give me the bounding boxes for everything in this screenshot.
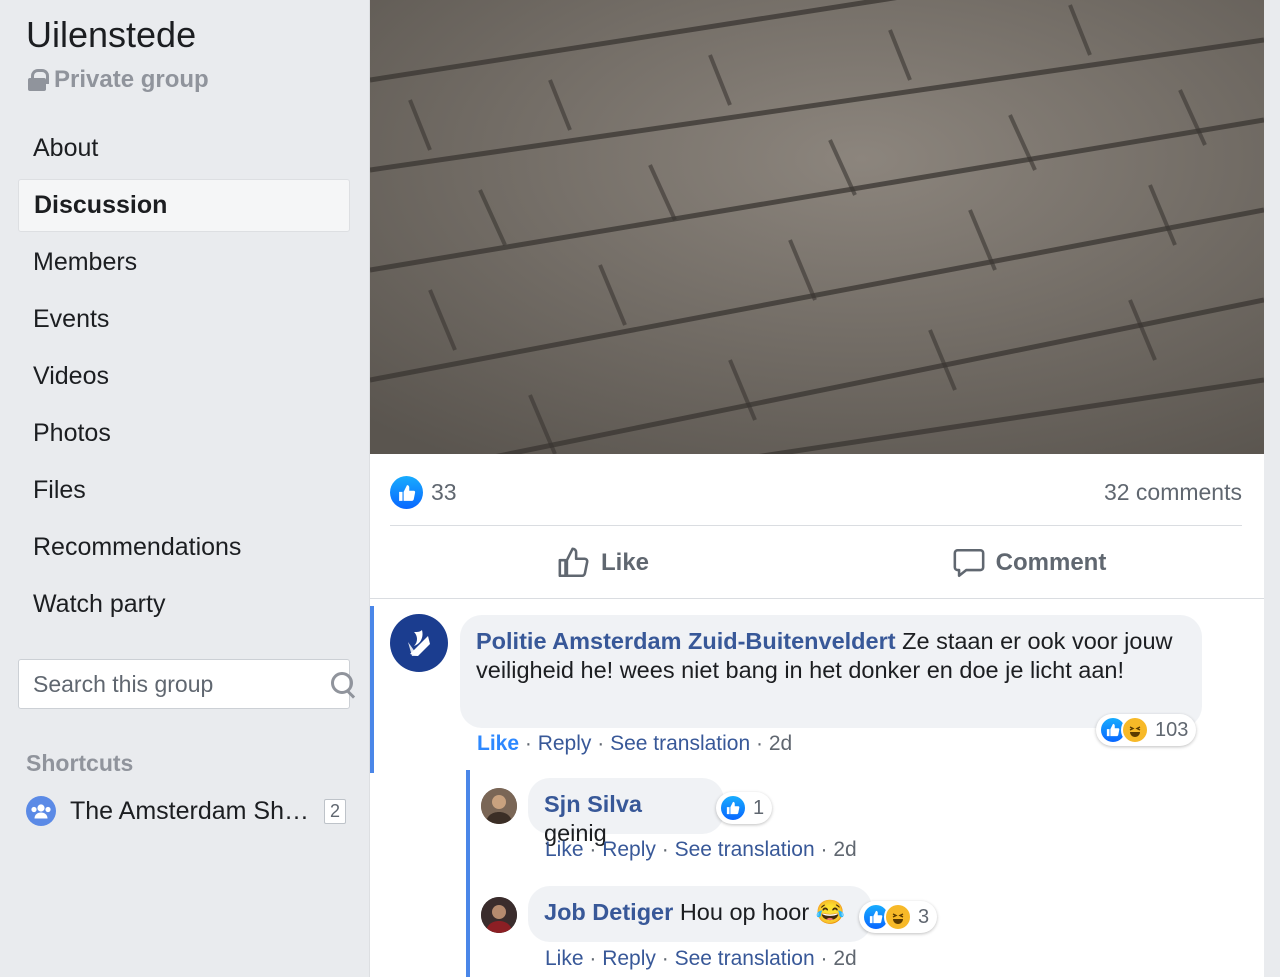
reply-time[interactable]: 2d [833, 838, 856, 861]
shortcut-label: The Amsterdam Sha... [70, 796, 310, 825]
comment-reaction-count: 103 [1155, 718, 1189, 741]
reply-translation-link[interactable]: See translation [675, 838, 815, 861]
search-icon[interactable] [329, 670, 353, 698]
shortcut-item[interactable]: The Amsterdam Sha... 2 [26, 796, 346, 826]
reply-translation-link[interactable]: See translation [675, 947, 815, 970]
thumbs-up-mini [1106, 723, 1120, 737]
reply-bubble: Sjn Silva geinig [528, 778, 724, 846]
pavement-photo [370, 0, 1264, 454]
like-label: Like [600, 549, 650, 576]
person-photo [481, 897, 517, 933]
shortcuts-heading: Shortcuts [26, 750, 134, 776]
nav-item-photos[interactable]: Photos [18, 407, 350, 460]
like-reaction-icon [719, 794, 747, 822]
lock-icon [28, 69, 49, 91]
thumbs-up-mini [726, 801, 740, 815]
reply-reply-link[interactable]: Reply [602, 947, 656, 970]
thumbs-up-glyph [398, 484, 415, 501]
comment-reactions[interactable]: 103 [1096, 714, 1197, 746]
reply-time[interactable]: 2d [833, 947, 856, 970]
politie-avatar[interactable] [390, 614, 448, 672]
haha-reaction-icon [1121, 716, 1149, 744]
post-card: 33 32 comments Like Comment Politie Amst… [370, 0, 1264, 977]
comment-like-link[interactable]: Like [477, 732, 519, 755]
sjn-silva-avatar[interactable] [481, 788, 517, 824]
reply-reactions[interactable]: 1 [716, 792, 773, 824]
group-nav: About Discussion Members Events Videos P… [18, 122, 350, 635]
police-logo-icon [408, 630, 430, 656]
comment-meta: Like · Reply · See translation · 2d [477, 732, 793, 755]
group-search [18, 659, 353, 709]
haha-reaction-icon [884, 903, 912, 931]
nav-item-files[interactable]: Files [18, 464, 350, 517]
reply-author[interactable]: Sjn Silva [544, 791, 642, 817]
comment-label: Comment [995, 549, 1107, 576]
reply-like-link[interactable]: Like [545, 838, 584, 861]
nav-item-recommendations[interactable]: Recommendations [18, 521, 350, 574]
actions-divider [370, 598, 1264, 599]
post-stats: 33 32 comments [390, 470, 1242, 526]
reply-meta: Like · Reply · See translation · 2d [545, 947, 857, 970]
laughing-face [892, 913, 904, 924]
reply-like-link[interactable]: Like [545, 947, 584, 970]
thumbs-up-icon [558, 547, 589, 578]
reply-reactions[interactable]: 3 [859, 901, 938, 933]
privacy-text: Private group [54, 66, 209, 93]
comment-reply-link[interactable]: Reply [538, 732, 592, 755]
thumbs-up-badge-icon [390, 476, 423, 509]
reply-meta: Like · Reply · See translation · 2d [545, 838, 857, 861]
reply-reaction-count: 1 [753, 796, 765, 819]
person-photo [481, 788, 517, 824]
nav-item-events[interactable]: Events [18, 293, 350, 346]
post-photo[interactable] [370, 0, 1264, 454]
search-input[interactable] [33, 670, 329, 698]
group-sidebar: Uilenstede Private group About Discussio… [0, 0, 370, 977]
reply-reply-link[interactable]: Reply [602, 838, 656, 861]
reply-text: Hou op hoor 😂 [679, 899, 845, 925]
thumbs-up-mini [869, 910, 883, 924]
speech-bubble-icon [953, 548, 985, 578]
comment-button[interactable]: Comment [816, 526, 1242, 600]
laughing-face [1129, 726, 1141, 737]
reaction-summary[interactable]: 33 [390, 476, 457, 509]
reply-reaction-count: 3 [918, 905, 930, 928]
group-icon [26, 796, 56, 826]
shortcut-count-badge: 2 [323, 798, 346, 824]
comment-thread: Politie Amsterdam Zuid-Buitenveldert Ze … [370, 600, 1264, 977]
nav-item-about[interactable]: About [18, 122, 350, 175]
nav-item-discussion[interactable]: Discussion [18, 179, 350, 232]
nav-item-members[interactable]: Members [18, 236, 350, 289]
replies-highlight-bar [466, 770, 470, 977]
group-name[interactable]: Uilenstede [26, 14, 196, 56]
comment-time[interactable]: 2d [769, 732, 792, 755]
thread-highlight-bar [370, 606, 374, 773]
comment-bubble: Politie Amsterdam Zuid-Buitenveldert Ze … [460, 615, 1202, 728]
nav-item-videos[interactable]: Videos [18, 350, 350, 403]
reply-author[interactable]: Job Detiger [544, 899, 673, 925]
privacy-label: Private group [28, 66, 209, 94]
comments-count[interactable]: 32 comments [1104, 479, 1242, 506]
reply-bubble: Job Detiger Hou op hoor 😂 [528, 886, 872, 942]
comment-author[interactable]: Politie Amsterdam Zuid-Buitenveldert [476, 628, 896, 654]
likes-count: 33 [431, 479, 457, 505]
like-button[interactable]: Like [390, 526, 816, 600]
group-glyph [31, 804, 51, 819]
post-actions: Like Comment [370, 526, 1264, 600]
nav-item-watch-party[interactable]: Watch party [18, 578, 350, 631]
job-detiger-avatar[interactable] [481, 897, 517, 933]
comment-translation-link[interactable]: See translation [610, 732, 750, 755]
